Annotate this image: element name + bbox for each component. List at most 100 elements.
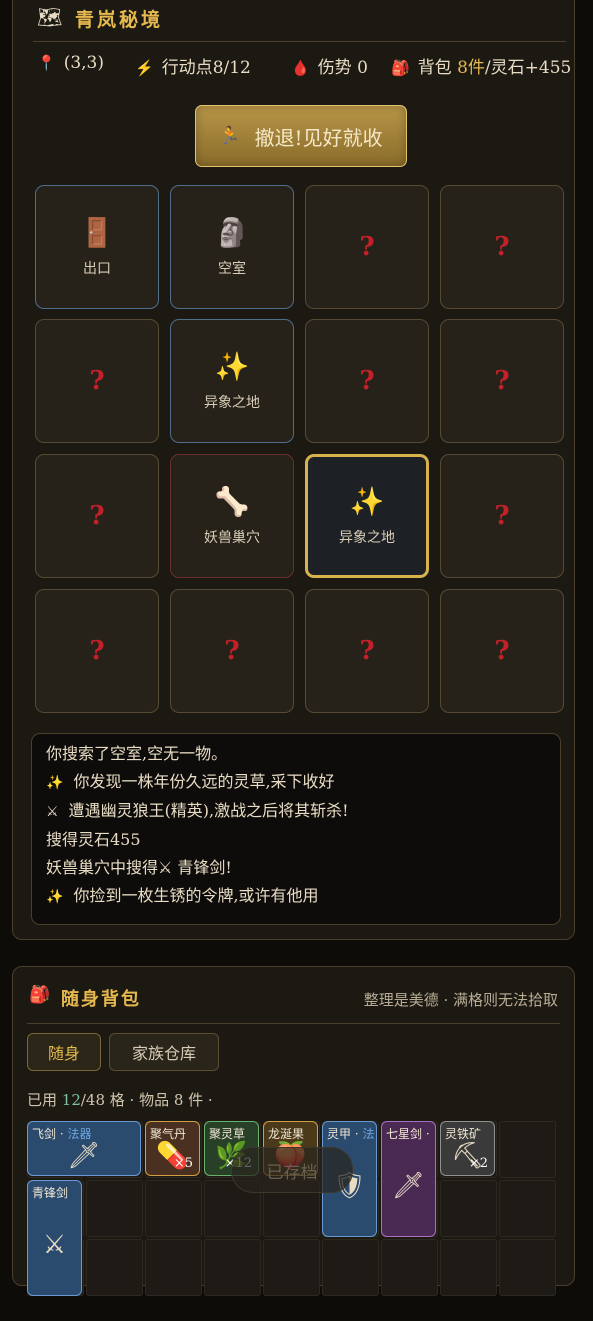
unknown-icon: ? [494, 232, 510, 262]
room-icon: 🦴 [214, 485, 250, 518]
map-cell[interactable]: ? [35, 319, 159, 443]
qingfeng-sword-item[interactable]: 青锋剑 ⚔ [27, 1180, 82, 1296]
map-cell[interactable]: ? [35, 589, 159, 713]
item-name-text: 青锋剑 [32, 1186, 69, 1200]
log-text: 遭遇幽灵狼王(精英),激战之后将其斩杀! [68, 801, 349, 820]
item-name: 龙涎果 [268, 1125, 304, 1142]
log-text: 搜得灵石455 [46, 830, 141, 849]
room-icon: 🚪 [79, 216, 115, 249]
empty-slot[interactable] [145, 1180, 202, 1237]
map-cell[interactable]: 🗿 空室 [170, 185, 294, 309]
map-cell[interactable]: ✨ 异象之地 [305, 454, 429, 578]
empty-slot[interactable] [499, 1180, 556, 1237]
bag-panel: 🎒 随身背包 整理是美德 · 满格则无法拾取 随身 家族仓库 已用 12/48 … [12, 966, 575, 1296]
usage-prefix: 已用 [27, 1091, 62, 1109]
qi-pill-item[interactable]: 聚气丹 💊 ×5 [145, 1121, 200, 1176]
item-quantity: ×2 [468, 1156, 488, 1171]
empty-slot[interactable] [499, 1121, 556, 1178]
empty-slot[interactable] [145, 1239, 202, 1296]
map-cell[interactable]: ? [440, 185, 564, 309]
unknown-icon: ? [359, 366, 375, 396]
item-quantity: ×5 [173, 1156, 193, 1171]
map-cell[interactable]: ? [440, 319, 564, 443]
bag-label: 背包 [417, 58, 452, 78]
item-name-text: 灵甲 · [327, 1127, 363, 1141]
log-line: 你搜索了空室,空无一物。 [46, 740, 546, 768]
bag-usage: 已用 12/48 格 · 物品 8 件 · [27, 1089, 213, 1110]
log-line: ✨ 你捡到一枚生锈的令牌,或许有他用 [46, 882, 546, 911]
log-line: 搜得灵石455 [46, 826, 546, 854]
bag-hint: 整理是美德 · 满格则无法拾取 [363, 991, 558, 1009]
sparkle-icon: ✨ [46, 775, 64, 791]
divider [33, 41, 566, 42]
unknown-icon: ? [494, 636, 510, 666]
bag-items-count: 8件 [457, 58, 485, 78]
empty-slot[interactable] [322, 1239, 379, 1296]
seven-star-sword-item[interactable]: 七星剑 · 🗡 [381, 1121, 436, 1237]
unknown-icon: ? [89, 636, 105, 666]
log-line: ⚔ 遭遇幽灵狼王(精英),激战之后将其斩杀! [46, 797, 546, 826]
retreat-button[interactable]: 🏃 撤退!见好就收 [195, 105, 407, 167]
action-points-stat: ⚡ 行动点8/12 [135, 53, 251, 78]
item-name-text: 聚气丹 [150, 1127, 187, 1141]
map-cell[interactable]: 🦴 妖兽巢穴 [170, 454, 294, 578]
empty-slot[interactable] [263, 1239, 320, 1296]
empty-slot[interactable] [86, 1239, 143, 1296]
map-cell[interactable]: 🚪 出口 [35, 185, 159, 309]
empty-slot[interactable] [204, 1239, 261, 1296]
unknown-icon: ? [494, 501, 510, 531]
saved-indicator: 已存档 [231, 1147, 353, 1193]
injury-label: 伤势 [317, 58, 352, 78]
map-cell[interactable]: ? [170, 589, 294, 713]
sparkle-icon: ✨ [46, 889, 64, 905]
room-icon: 🗿 [214, 216, 250, 249]
map-cell[interactable]: ? [305, 589, 429, 713]
map-cell[interactable]: ? [305, 185, 429, 309]
empty-slot[interactable] [381, 1239, 438, 1296]
item-name: 聚灵草 [209, 1125, 245, 1142]
position-stat: 📍 (3,3) [37, 53, 104, 73]
position-value: (3,3) [63, 53, 104, 73]
log-text: 你发现一株年份久远的灵草,采下收好 [73, 772, 335, 791]
pin-icon: 📍 [37, 54, 56, 72]
map-cell[interactable]: ? [305, 319, 429, 443]
item-name: 青锋剑 [32, 1184, 68, 1201]
item-icon: ⚔ [42, 1230, 67, 1260]
unknown-icon: ? [89, 366, 105, 396]
log-text: 妖兽巢穴中搜得⚔ 青锋剑! [46, 858, 232, 877]
map-cell[interactable]: ✨ 异象之地 [170, 319, 294, 443]
backpack-icon: 🎒 [391, 59, 410, 77]
page-title: 青岚秘境 [75, 9, 164, 31]
map-cell[interactable]: ? [440, 589, 564, 713]
map-icon: 🗺 [37, 5, 63, 29]
item-icon: 🗡 [391, 1171, 425, 1201]
empty-slot[interactable] [440, 1239, 497, 1296]
log-text: 你搜索了空室,空无一物。 [46, 744, 228, 763]
room-label: 妖兽巢穴 [204, 530, 260, 546]
crossed-swords-icon: ⚔ [46, 804, 59, 820]
tab-label: 随身 [47, 1044, 80, 1063]
item-name-text: 灵铁矿 [445, 1127, 482, 1141]
item-name: 灵甲 · 法 [327, 1125, 374, 1142]
tab-carry[interactable]: 随身 [27, 1033, 101, 1071]
lightning-icon: ⚡ [135, 59, 154, 77]
running-icon: 🏃 [219, 126, 241, 146]
injury-value: 0 [357, 58, 368, 78]
spirit-iron-ore-item[interactable]: 灵铁矿 ⛏ ×2 [440, 1121, 495, 1176]
item-name: 七星剑 · [386, 1125, 430, 1142]
empty-slot[interactable] [499, 1239, 556, 1296]
empty-slot[interactable] [440, 1180, 497, 1237]
usage-count: 12 [61, 1091, 81, 1109]
divider [27, 1023, 560, 1024]
unknown-icon: ? [359, 232, 375, 262]
item-name: 灵铁矿 [445, 1125, 481, 1142]
log-line: 妖兽巢穴中搜得⚔ 青锋剑! [46, 854, 546, 882]
log-text: 你捡到一枚生锈的令牌,或许有他用 [73, 886, 319, 905]
map-cell[interactable]: ? [440, 454, 564, 578]
map-cell[interactable]: ? [35, 454, 159, 578]
empty-slot[interactable] [86, 1180, 143, 1237]
tab-family-storage[interactable]: 家族仓库 [109, 1033, 219, 1071]
unknown-icon: ? [359, 636, 375, 666]
flying-sword-item[interactable]: 飞剑 · 法器 🗡 [27, 1121, 141, 1176]
room-icon: ✨ [349, 485, 385, 518]
